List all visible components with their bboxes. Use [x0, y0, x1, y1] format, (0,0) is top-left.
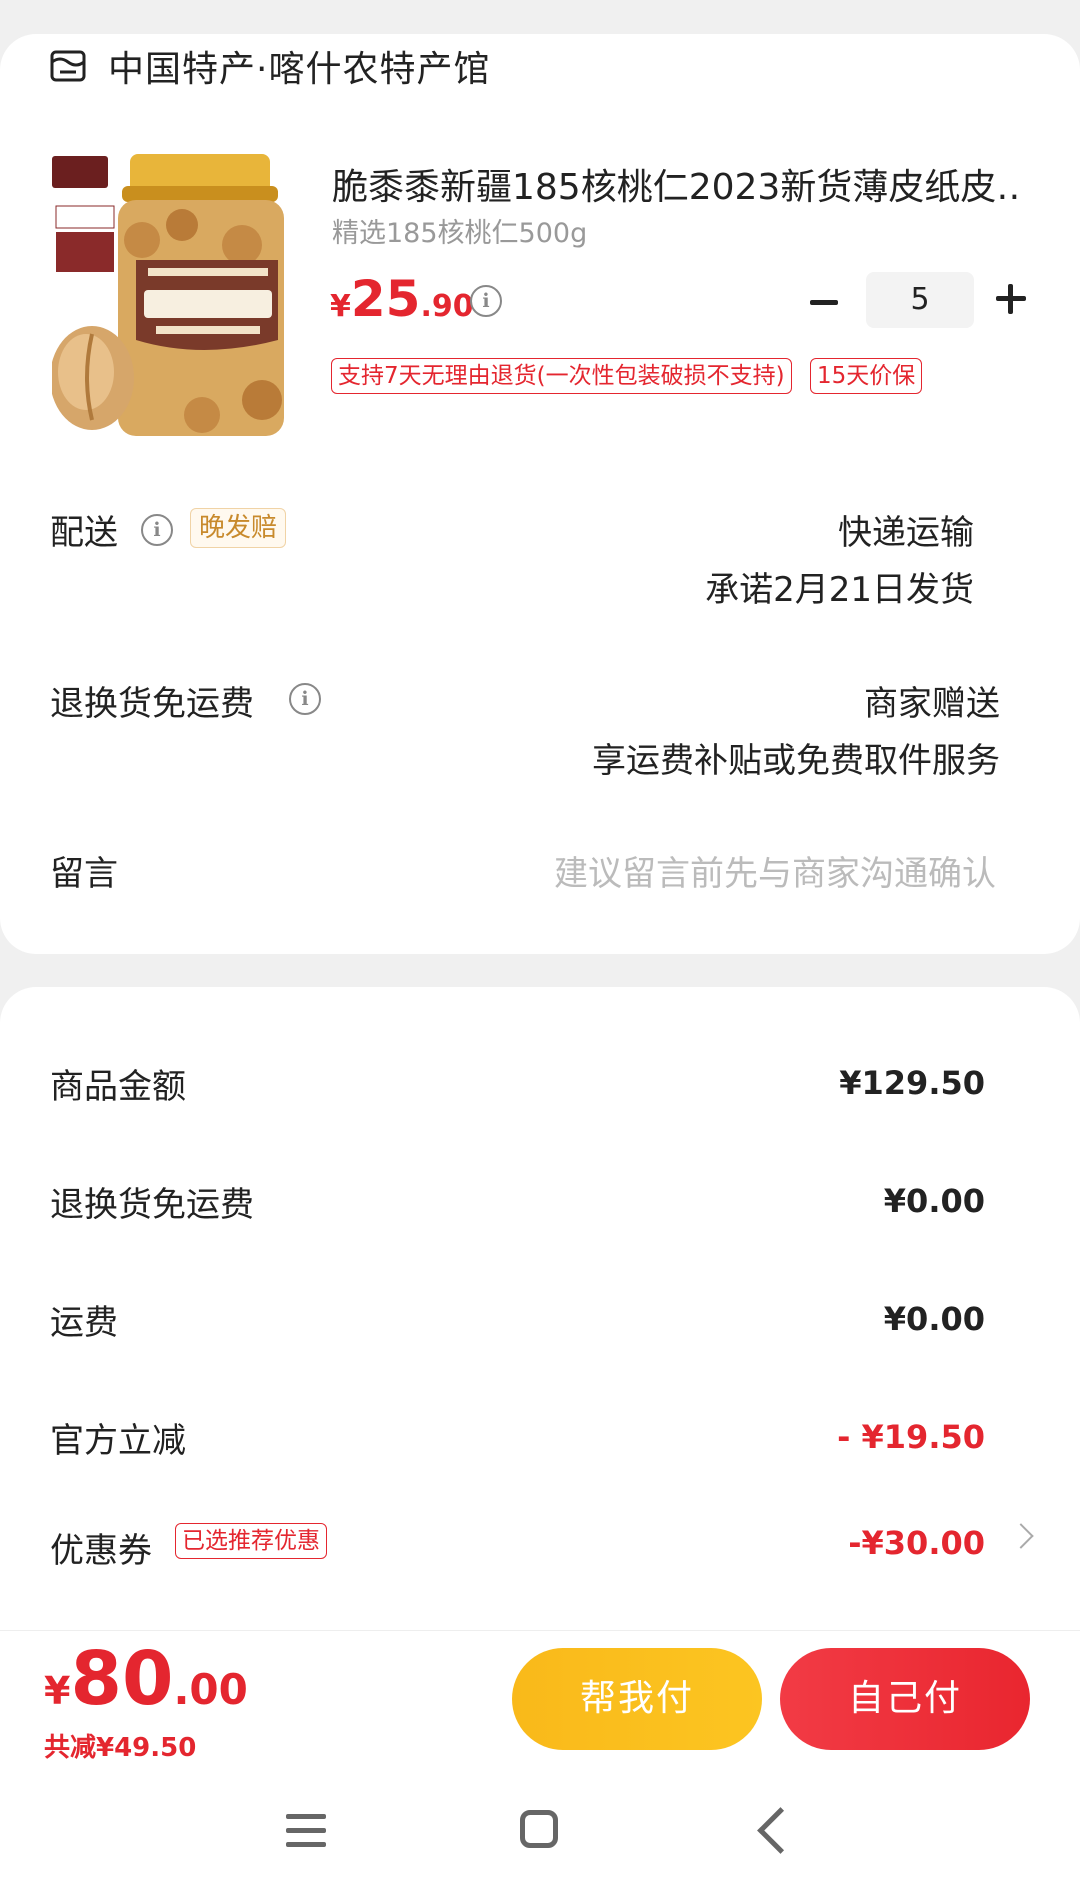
official-discount-value: - ¥19.50: [837, 1418, 985, 1456]
product-title[interactable]: 脆黍黍新疆185核桃仁2023新货薄皮纸皮…: [332, 158, 1022, 210]
message-input[interactable]: 建议留言前先与商家沟通确认: [554, 846, 996, 895]
shop-header[interactable]: 中国特产·喀什农特产馆: [50, 36, 490, 96]
delivery-label: 配送: [50, 513, 118, 553]
quantity-increase-button[interactable]: [996, 284, 1026, 314]
product-image[interactable]: [52, 150, 300, 448]
goods-amount-value: ¥129.50: [839, 1064, 985, 1102]
delivery-method[interactable]: 快递运输: [838, 505, 974, 554]
product-spec[interactable]: 精选185核桃仁500g: [332, 211, 587, 250]
menu-icon[interactable]: [286, 1814, 326, 1884]
total-price: ¥ 80 .00: [44, 1636, 248, 1722]
self-pay-button[interactable]: 自己付: [780, 1648, 1030, 1750]
quantity-input[interactable]: 5: [866, 272, 974, 328]
help-pay-button[interactable]: 帮我付: [512, 1648, 762, 1750]
goods-amount-label: 商品金额: [50, 1067, 186, 1107]
late-compensation-badge: 晚发赔: [190, 508, 287, 548]
return-shipping-label: 退换货免运费: [50, 684, 254, 724]
total-integer: 80: [70, 1636, 174, 1722]
price-currency: ¥: [330, 289, 351, 324]
return-shipping-line2: 享运费补贴或免费取件服务: [592, 741, 1000, 781]
official-discount-label: 官方立减: [50, 1421, 186, 1461]
price-info-icon[interactable]: i: [470, 285, 502, 317]
return-shipping-line1: 商家赠送: [864, 684, 1000, 724]
coupon-value[interactable]: -¥30.00: [848, 1524, 985, 1562]
message-label: 留言: [50, 854, 118, 894]
return-shipping-info-icon[interactable]: i: [289, 683, 321, 715]
total-saved: 共减¥49.50: [44, 1733, 197, 1763]
quantity-decrease-button[interactable]: [810, 300, 838, 305]
price-integer: 25: [350, 270, 421, 328]
return-fee-value: ¥0.00: [883, 1182, 985, 1220]
coupon-selected-tag: 已选推荐优惠: [175, 1523, 327, 1559]
price-decimal: .90: [420, 289, 474, 324]
return-fee-label: 退换货免运费: [50, 1185, 254, 1225]
total-currency: ¥: [44, 1669, 71, 1713]
product-price: ¥ 25 .90: [330, 270, 474, 328]
coupon-label: 优惠券: [50, 1531, 152, 1571]
total-decimal: .00: [173, 1665, 248, 1714]
shop-icon: [50, 50, 86, 82]
shop-name: 中国特产·喀什农特产馆: [108, 49, 491, 90]
delivery-promise: 承诺2月21日发货: [705, 570, 974, 610]
shipping-fee-value: ¥0.00: [883, 1300, 985, 1338]
shipping-fee-label: 运费: [50, 1303, 118, 1343]
return-policy-tag: 支持7天无理由退货(一次性包装破损不支持): [331, 358, 792, 394]
delivery-info-icon[interactable]: i: [141, 514, 173, 546]
price-protection-tag: 15天价保: [810, 358, 923, 394]
home-icon[interactable]: [520, 1810, 558, 1848]
